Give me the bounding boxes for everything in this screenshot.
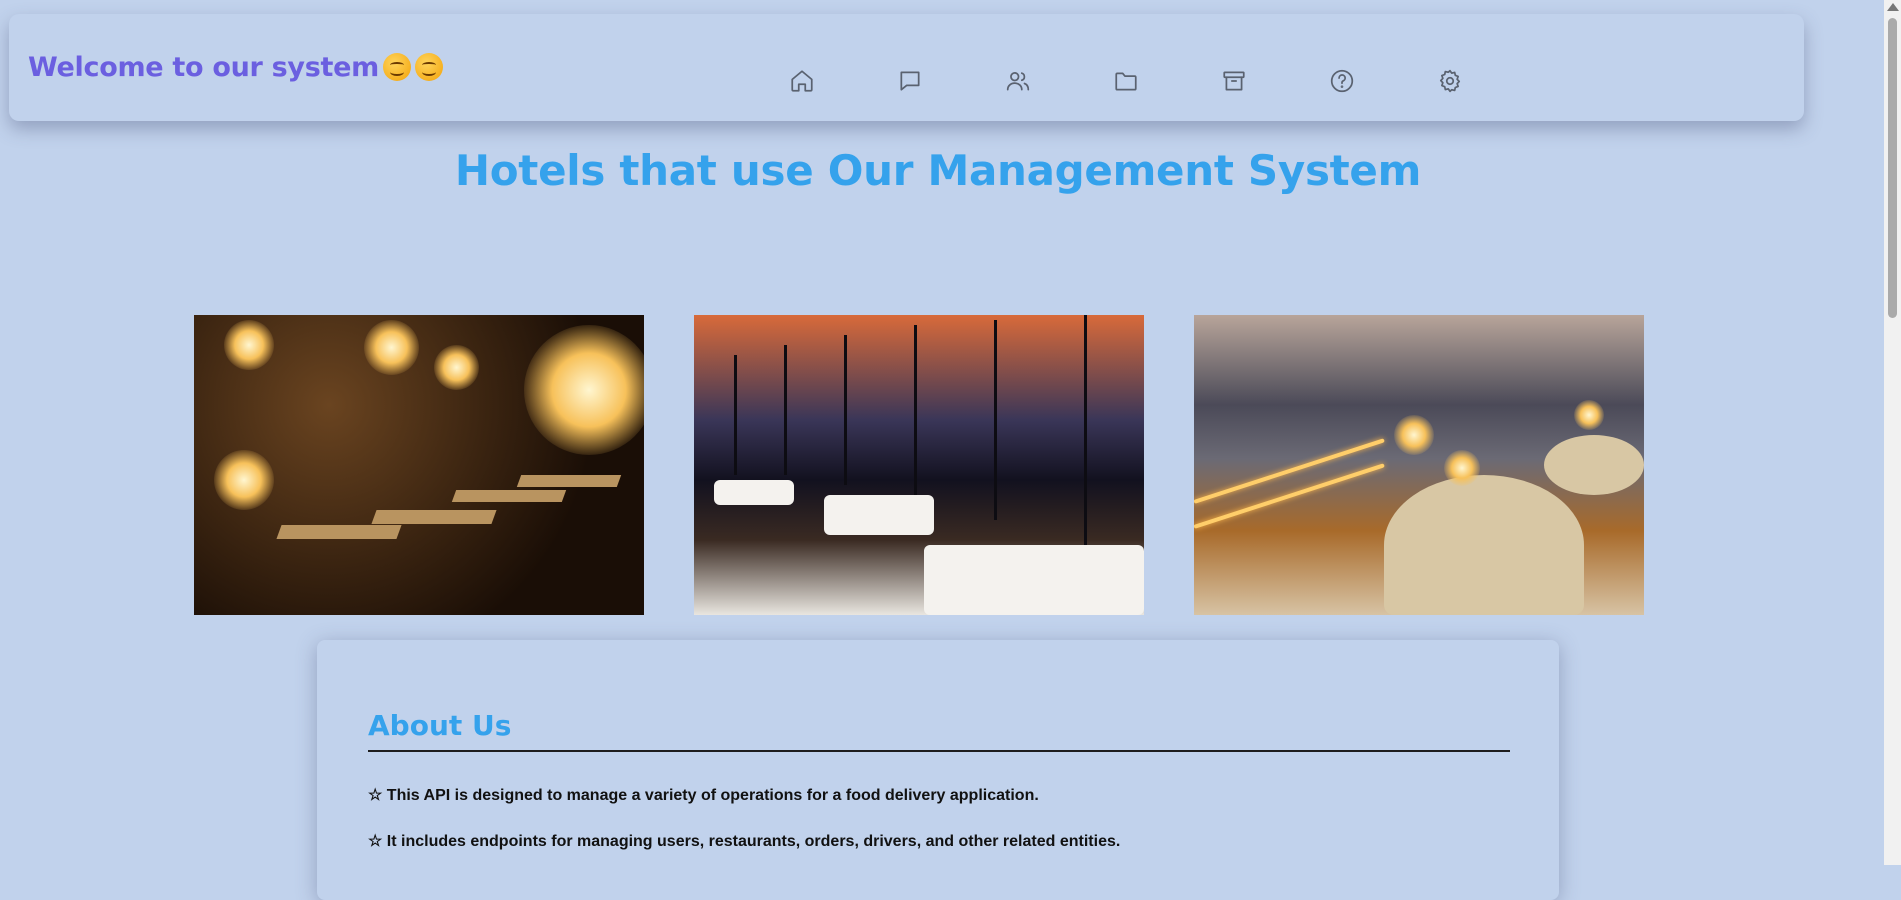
- welcome-text: Welcome to our system: [28, 52, 379, 83]
- home-icon[interactable]: [787, 66, 817, 96]
- help-icon[interactable]: [1327, 66, 1357, 96]
- message-icon[interactable]: [895, 66, 925, 96]
- about-us-section: About Us ☆ This API is designed to manag…: [317, 640, 1559, 900]
- smiling-face-emoji-icon: [382, 53, 411, 81]
- welcome-header: Welcome to our system: [28, 52, 443, 83]
- scroll-thumb[interactable]: [1888, 18, 1897, 318]
- folder-icon[interactable]: [1111, 66, 1141, 96]
- about-heading: About Us: [368, 709, 1510, 752]
- users-icon[interactable]: [1003, 66, 1033, 96]
- about-item: ☆ This API is designed to manage a varie…: [368, 787, 1039, 804]
- smiling-face-emoji-icon: [414, 53, 443, 81]
- restaurant-interior-photo: [194, 315, 644, 615]
- nav-icons: [787, 66, 1543, 96]
- about-item: ☆ It includes endpoints for managing use…: [368, 833, 1121, 850]
- settings-icon[interactable]: [1435, 66, 1465, 96]
- top-bar: Welcome to our system: [9, 14, 1804, 121]
- page-scrollbar[interactable]: [1884, 0, 1901, 865]
- seaside-dining-photo: [1194, 315, 1644, 615]
- archive-icon[interactable]: [1219, 66, 1249, 96]
- scroll-up-arrow-icon[interactable]: [1887, 3, 1899, 11]
- panoramic-restaurant-photo: [694, 315, 1144, 615]
- page-title: Hotels that use Our Management System: [454, 146, 1422, 195]
